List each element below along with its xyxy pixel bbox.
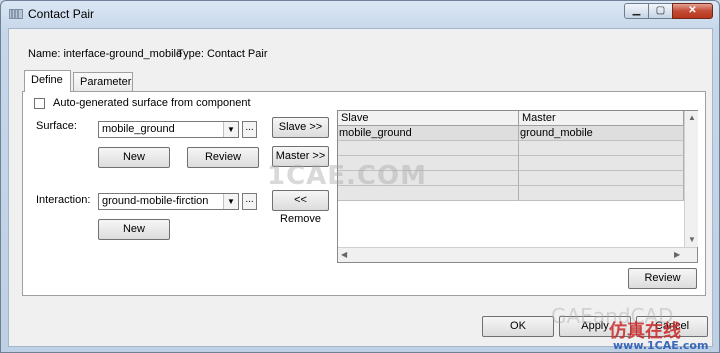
table-cell-master[interactable]: ground_mobile xyxy=(519,126,684,141)
surface-new-button[interactable]: New xyxy=(98,147,170,168)
window-title: Contact Pair xyxy=(28,7,95,21)
slave-button[interactable]: Slave >> xyxy=(272,117,329,138)
table-cell-empty[interactable] xyxy=(519,141,684,156)
table-review-button[interactable]: Review xyxy=(628,268,697,289)
surface-browse-button[interactable]: ... xyxy=(242,121,257,138)
interaction-browse-button[interactable]: ... xyxy=(242,193,257,210)
app-icon xyxy=(9,9,23,19)
column-header-slave[interactable]: Slave xyxy=(338,111,519,126)
tab-parameter[interactable]: Parameter xyxy=(73,72,133,92)
table-cell-empty[interactable] xyxy=(338,141,519,156)
minimize-button[interactable]: ▁ xyxy=(624,3,649,19)
chevron-down-icon[interactable]: ▼ xyxy=(223,194,238,209)
remove-button[interactable]: << Remove xyxy=(272,190,329,225)
horizontal-scrollbar[interactable]: ◀ ▶ xyxy=(338,247,697,262)
scroll-down-icon[interactable]: ▼ xyxy=(688,235,696,244)
surface-select[interactable]: mobile_ground ▼ xyxy=(98,121,239,138)
chevron-down-icon[interactable]: ▼ xyxy=(223,122,238,137)
vertical-scrollbar[interactable]: ▲ ▼ xyxy=(684,111,698,247)
ok-button[interactable]: OK xyxy=(482,316,554,337)
autogen-label: Auto-generated surface from component xyxy=(53,97,251,109)
column-header-master[interactable]: Master xyxy=(519,111,684,126)
tab-define[interactable]: Define xyxy=(24,70,71,92)
close-button[interactable]: ✕ xyxy=(672,3,713,19)
surface-review-button[interactable]: Review xyxy=(187,147,259,168)
maximize-button[interactable]: ▢ xyxy=(648,3,673,19)
scroll-up-icon[interactable]: ▲ xyxy=(688,113,696,122)
type-info: Type: Contact Pair xyxy=(177,48,268,60)
watermark-center: 1CAE.COM xyxy=(267,161,427,191)
interaction-value: ground-mobile-firction xyxy=(102,195,209,207)
interaction-label: Interaction: xyxy=(36,194,91,206)
name-info: Name: interface-ground_mobile xyxy=(28,48,183,60)
watermark-site: www.1CAE.com xyxy=(613,339,709,352)
interaction-select[interactable]: ground-mobile-firction ▼ xyxy=(98,193,239,210)
table-cell-empty[interactable] xyxy=(519,156,684,171)
table-cell-empty[interactable] xyxy=(519,186,684,201)
table-cell-empty[interactable] xyxy=(519,171,684,186)
title-bar[interactable]: Contact Pair ▁ ▢ ✕ xyxy=(1,1,719,27)
table-cell-slave[interactable]: mobile_ground xyxy=(338,126,519,141)
scroll-right-icon[interactable]: ▶ xyxy=(674,250,680,259)
surface-value: mobile_ground xyxy=(102,123,175,135)
interaction-new-button[interactable]: New xyxy=(98,219,170,240)
scroll-left-icon[interactable]: ◀ xyxy=(341,250,347,259)
contact-pair-window: Contact Pair ▁ ▢ ✕ Name: interface-groun… xyxy=(0,0,720,353)
autogen-checkbox[interactable] xyxy=(34,98,45,109)
surface-label: Surface: xyxy=(36,120,77,132)
